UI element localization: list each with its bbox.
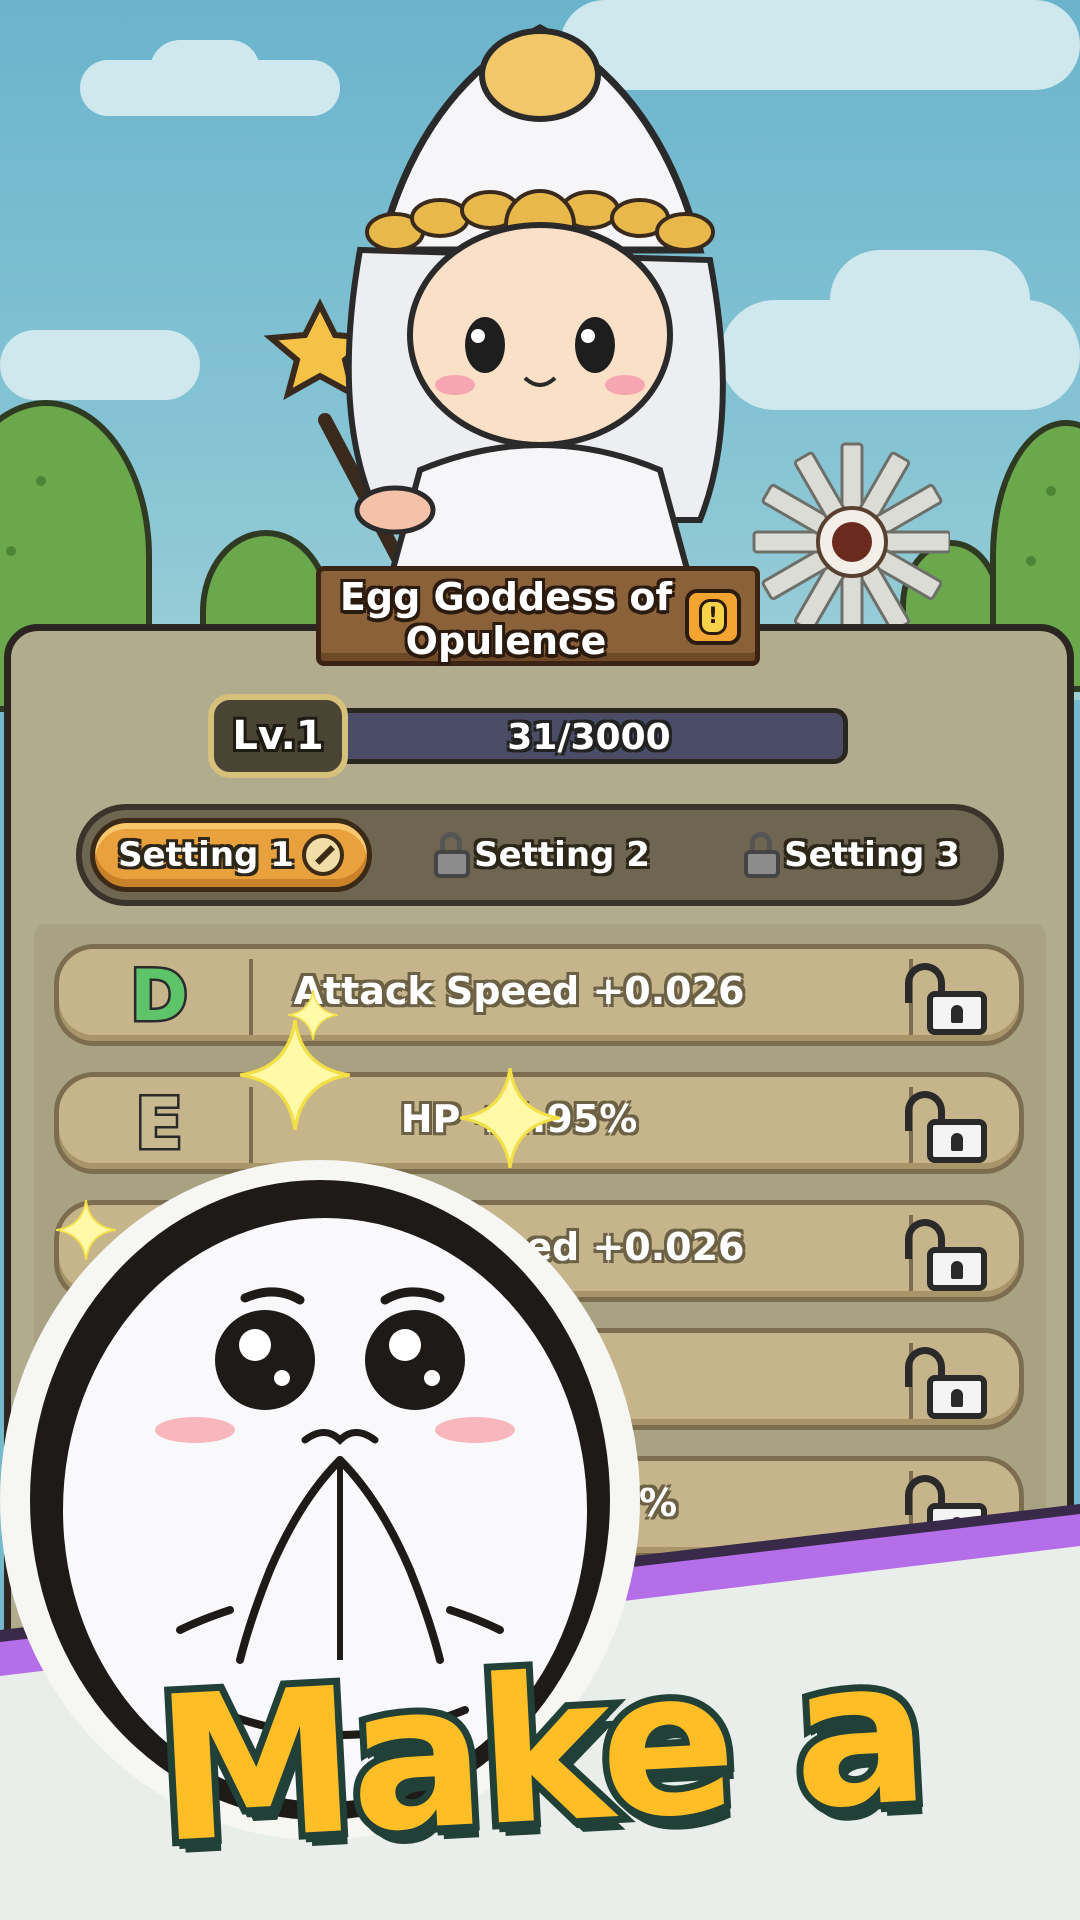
tab-setting-3[interactable]: Setting 3 (722, 818, 982, 892)
tab-label: Setting 1 (118, 835, 294, 875)
grade-letter: D (127, 953, 190, 1040)
experience-bar: 31/3000 (330, 708, 848, 764)
pencil-icon[interactable] (301, 834, 344, 876)
unlocked-padlock-icon[interactable] (905, 1347, 989, 1419)
tab-setting-2[interactable]: Setting 2 (412, 818, 672, 892)
level-badge: Lv.1 (208, 694, 348, 778)
unlocked-padlock-icon[interactable] (905, 1091, 989, 1163)
egg-goddess-character (263, 24, 726, 607)
stat-row: D Attack Speed +0.026 (54, 944, 1024, 1046)
tab-label: Setting 2 (474, 835, 650, 875)
tab-setting-1[interactable]: Setting 1 (90, 818, 372, 892)
experience-progress-text: 31/3000 (507, 717, 671, 758)
settings-tabs: Setting 1 Setting 2 Setting 3 (76, 804, 1004, 906)
alert-icon[interactable]: ! (685, 589, 741, 645)
sparkle-icon (288, 990, 338, 1040)
sparkle-icon (56, 1200, 116, 1260)
exclamation-icon: ! (699, 599, 727, 635)
lock-icon (744, 832, 782, 878)
character-nameplate: Egg Goddess of Opulence ! (316, 566, 760, 666)
character-name: Egg Goddess of Opulence (339, 575, 673, 663)
unlocked-padlock-icon[interactable] (905, 963, 989, 1035)
unlocked-padlock-icon[interactable] (905, 1219, 989, 1291)
game-scene: Egg Goddess of Opulence ! 31/3000 Lv.1 S… (0, 0, 1080, 1920)
make-a-wish-headline: Make a wish!!! (144, 1608, 940, 1920)
tab-label: Setting 3 (784, 835, 960, 875)
lock-icon (434, 832, 472, 878)
sparkle-icon (460, 1068, 560, 1168)
